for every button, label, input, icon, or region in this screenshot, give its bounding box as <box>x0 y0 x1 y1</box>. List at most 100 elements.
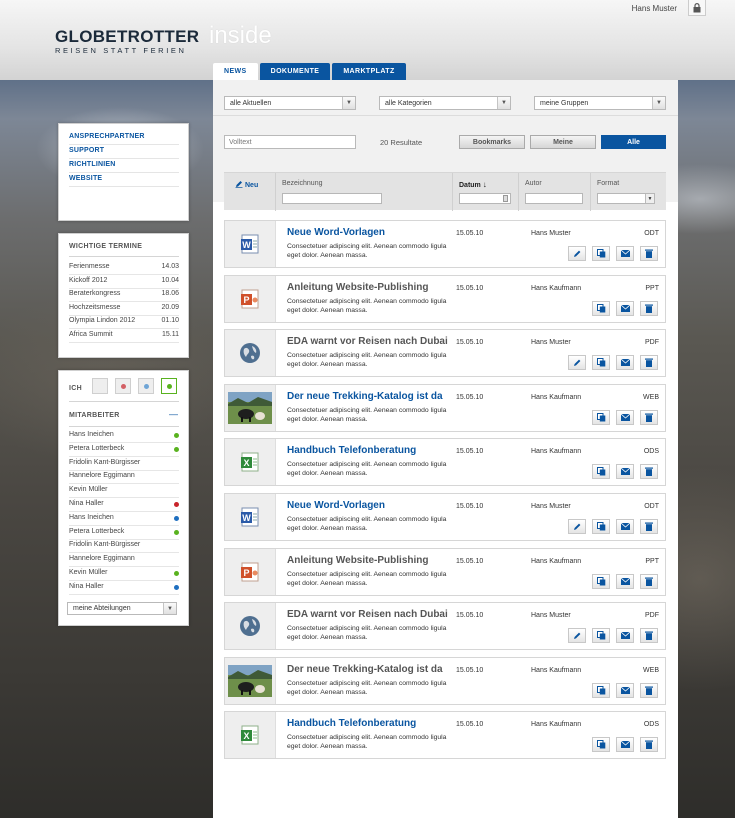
document-thumbnail[interactable] <box>225 658 276 704</box>
bookmarks-button[interactable]: Bookmarks <box>459 135 525 149</box>
alle-button[interactable]: Alle <box>601 135 666 149</box>
edit-button[interactable] <box>568 355 586 370</box>
copy-button[interactable] <box>592 301 610 316</box>
nav-support[interactable]: SUPPORT <box>69 147 104 154</box>
slider-handle[interactable] <box>503 195 508 202</box>
table-row[interactable]: X Handbuch Telefonberatung Consectetuer … <box>224 711 666 759</box>
document-thumbnail[interactable] <box>225 330 276 376</box>
member-item[interactable]: Kevin Müller <box>69 569 179 576</box>
document-thumbnail[interactable]: P <box>225 549 276 595</box>
tab-marktplatz[interactable]: MARKTPLATZ <box>332 63 406 80</box>
mail-button[interactable] <box>616 301 634 316</box>
document-title[interactable]: Handbuch Telefonberatung <box>287 718 416 729</box>
edit-button[interactable] <box>568 628 586 643</box>
document-thumbnail[interactable] <box>225 603 276 649</box>
bezeichnung-label[interactable]: Bezeichnung <box>282 180 322 187</box>
gruppen-select[interactable]: meine Gruppen ▼ <box>534 96 666 110</box>
document-thumbnail[interactable] <box>225 385 276 431</box>
mail-button[interactable] <box>616 574 634 589</box>
member-item[interactable]: Hans Ineichen <box>69 514 179 521</box>
user-name[interactable]: Hans Muster <box>632 4 677 13</box>
document-title[interactable]: Der neue Trekking-Katalog ist da <box>287 391 443 402</box>
datum-label[interactable]: Datum ↓ <box>459 180 487 189</box>
table-row[interactable]: P Anleitung Website-Publishing Consectet… <box>224 275 666 323</box>
member-item[interactable]: Petera Lotterbeck <box>69 445 179 452</box>
kategorien-select[interactable]: alle Kategorien ▼ <box>379 96 511 110</box>
termin-item[interactable]: Africa Summit 15.11 <box>69 331 179 338</box>
autor-filter-input[interactable] <box>525 193 583 204</box>
document-title[interactable]: Anleitung Website-Publishing <box>287 555 428 566</box>
copy-button[interactable] <box>592 574 610 589</box>
bezeichnung-filter-input[interactable] <box>282 193 382 204</box>
document-title[interactable]: Neue Word-Vorlagen <box>287 227 385 238</box>
termin-item[interactable]: Kickoff 2012 10.04 <box>69 277 179 284</box>
collapse-toggle[interactable]: — <box>169 409 178 419</box>
table-row[interactable]: W Neue Word-Vorlagen Consectetuer adipis… <box>224 493 666 541</box>
status-blue-button[interactable] <box>138 378 154 394</box>
table-row[interactable]: Der neue Trekking-Katalog ist da Consect… <box>224 657 666 705</box>
document-thumbnail[interactable]: X <box>225 439 276 485</box>
member-item[interactable]: Fridolin Kant-Bürgisser <box>69 541 179 548</box>
delete-button[interactable] <box>640 355 658 370</box>
document-thumbnail[interactable]: P <box>225 276 276 322</box>
termin-item[interactable]: Hochzeitsmesse 20.09 <box>69 304 179 311</box>
status-none-button[interactable] <box>92 378 108 394</box>
document-title[interactable]: Der neue Trekking-Katalog ist da <box>287 664 443 675</box>
delete-button[interactable] <box>640 628 658 643</box>
autor-label[interactable]: Autor <box>525 180 542 187</box>
status-green-button[interactable] <box>161 378 177 394</box>
member-item[interactable]: Nina Haller <box>69 500 179 507</box>
document-title[interactable]: Handbuch Telefonberatung <box>287 445 416 456</box>
edit-button[interactable] <box>568 246 586 261</box>
tab-news[interactable]: NEWS <box>213 63 258 80</box>
delete-button[interactable] <box>640 737 658 752</box>
member-item[interactable]: Fridolin Kant-Bürgisser <box>69 459 179 466</box>
format-label[interactable]: Format <box>597 180 619 187</box>
neu-column[interactable]: Neu <box>235 180 258 189</box>
mail-button[interactable] <box>616 355 634 370</box>
member-item[interactable]: Nina Haller <box>69 583 179 590</box>
member-item[interactable]: Hans Ineichen <box>69 431 179 438</box>
document-thumbnail[interactable]: X <box>225 712 276 758</box>
mail-button[interactable] <box>616 683 634 698</box>
copy-button[interactable] <box>592 683 610 698</box>
table-row[interactable]: EDA warnt vor Reisen nach Dubai Consecte… <box>224 602 666 650</box>
table-row[interactable]: P Anleitung Website-Publishing Consectet… <box>224 548 666 596</box>
document-title[interactable]: Anleitung Website-Publishing <box>287 282 428 293</box>
lock-button[interactable] <box>688 0 706 16</box>
delete-button[interactable] <box>640 519 658 534</box>
document-thumbnail[interactable]: W <box>225 221 276 267</box>
abteilungen-select[interactable]: meine Abteilungen ▼ <box>67 602 177 615</box>
delete-button[interactable] <box>640 410 658 425</box>
copy-button[interactable] <box>592 246 610 261</box>
nav-website[interactable]: WEBSITE <box>69 175 102 182</box>
format-select[interactable]: ▼ <box>597 193 655 204</box>
termin-item[interactable]: Ferienmesse 14.03 <box>69 263 179 270</box>
copy-button[interactable] <box>592 628 610 643</box>
document-title[interactable]: EDA warnt vor Reisen nach Dubai <box>287 609 448 620</box>
mail-button[interactable] <box>616 246 634 261</box>
aktuelle-select[interactable]: alle Aktuellen ▼ <box>224 96 356 110</box>
meine-button[interactable]: Meine <box>530 135 596 149</box>
search-input[interactable]: Volltext <box>224 135 356 149</box>
status-red-button[interactable] <box>115 378 131 394</box>
mail-button[interactable] <box>616 737 634 752</box>
document-title[interactable]: Neue Word-Vorlagen <box>287 500 385 511</box>
table-row[interactable]: X Handbuch Telefonberatung Consectetuer … <box>224 438 666 486</box>
table-row[interactable]: EDA warnt vor Reisen nach Dubai Consecte… <box>224 329 666 377</box>
mail-button[interactable] <box>616 628 634 643</box>
delete-button[interactable] <box>640 574 658 589</box>
table-row[interactable]: Der neue Trekking-Katalog ist da Consect… <box>224 384 666 432</box>
copy-button[interactable] <box>592 355 610 370</box>
copy-button[interactable] <box>592 410 610 425</box>
copy-button[interactable] <box>592 519 610 534</box>
copy-button[interactable] <box>592 464 610 479</box>
member-item[interactable]: Hannelore Eggimann <box>69 555 179 562</box>
table-row[interactable]: W Neue Word-Vorlagen Consectetuer adipis… <box>224 220 666 268</box>
delete-button[interactable] <box>640 246 658 261</box>
member-item[interactable]: Kevin Müller <box>69 486 179 493</box>
document-thumbnail[interactable]: W <box>225 494 276 540</box>
copy-button[interactable] <box>592 737 610 752</box>
delete-button[interactable] <box>640 683 658 698</box>
termin-item[interactable]: Beraterkongress 18.06 <box>69 290 179 297</box>
